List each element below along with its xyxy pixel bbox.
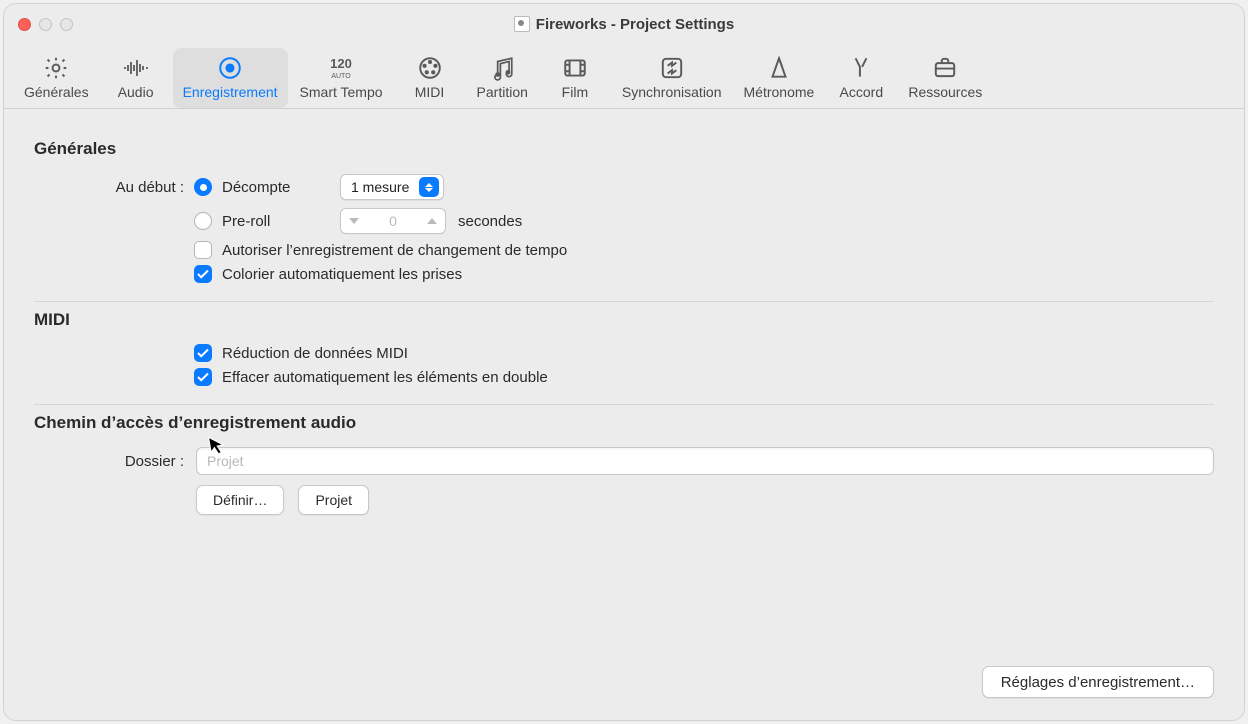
- midi-icon: [417, 54, 443, 82]
- svg-text:120: 120: [330, 56, 352, 71]
- section-general-title: Générales: [34, 139, 1214, 159]
- tab-metronome[interactable]: Métronome: [734, 48, 825, 108]
- tab-score[interactable]: Partition: [467, 48, 538, 108]
- toolbar: Générales Audio Enregistrement 120 AUTO S…: [4, 44, 1244, 109]
- section-midi-title: MIDI: [34, 310, 1214, 330]
- tab-assets[interactable]: Ressources: [898, 48, 992, 108]
- tab-tuning[interactable]: Accord: [826, 48, 896, 108]
- music-note-icon: [489, 54, 515, 82]
- tab-label: Audio: [118, 84, 154, 100]
- row-start-preroll: Pre-roll 0 secondes: [34, 207, 1214, 235]
- tab-label: MIDI: [415, 84, 445, 100]
- window-title-text: Fireworks - Project Settings: [536, 16, 734, 33]
- tab-sync[interactable]: Synchronisation: [612, 48, 732, 108]
- project-folder-button[interactable]: Projet: [298, 485, 369, 515]
- svg-text:AUTO: AUTO: [331, 73, 351, 80]
- checkbox-erase-dup[interactable]: [194, 368, 212, 386]
- content-area: Générales Au début : Décompte 1 mesure P…: [4, 109, 1244, 720]
- row-allow-tempo: Autoriser l’enregistrement de changement…: [194, 241, 1214, 259]
- checkbox-midi-reduction[interactable]: [194, 344, 212, 362]
- project-settings-window: Fireworks - Project Settings Générales A…: [4, 4, 1244, 720]
- stepper-down-icon[interactable]: [341, 218, 367, 224]
- auto-color-label: Colorier automatiquement les prises: [222, 266, 462, 283]
- recording-settings-button-label: Réglages d’enregistrement…: [1001, 674, 1195, 691]
- radio-preroll[interactable]: [194, 212, 212, 230]
- row-erase-dup: Effacer automatiquement les éléments en …: [194, 368, 1214, 386]
- preroll-stepper[interactable]: 0: [340, 208, 446, 234]
- tuning-fork-icon: [848, 54, 874, 82]
- window-zoom-button[interactable]: [60, 18, 73, 31]
- set-folder-button-label: Définir…: [213, 492, 267, 508]
- window-minimize-button[interactable]: [39, 18, 52, 31]
- section-audio-path-title: Chemin d’accès d’enregistrement audio: [34, 413, 1214, 433]
- checkbox-auto-color[interactable]: [194, 265, 212, 283]
- tempo-icon: 120 AUTO: [321, 54, 361, 82]
- recording-settings-button[interactable]: Réglages d’enregistrement…: [982, 666, 1214, 698]
- tab-recording[interactable]: Enregistrement: [173, 48, 288, 108]
- tab-movie[interactable]: Film: [540, 48, 610, 108]
- tab-label: Métronome: [744, 84, 815, 100]
- popup-arrows-icon: [419, 177, 439, 197]
- waveform-icon: [122, 54, 150, 82]
- tab-label: Synchronisation: [622, 84, 722, 100]
- window-title: Fireworks - Project Settings: [514, 16, 734, 33]
- tab-midi[interactable]: MIDI: [395, 48, 465, 108]
- document-icon: [514, 16, 530, 32]
- radio-countin-label: Décompte: [222, 179, 332, 196]
- stepper-up-icon[interactable]: [419, 218, 445, 224]
- divider: [34, 404, 1214, 405]
- tab-smart-tempo[interactable]: 120 AUTO Smart Tempo: [290, 48, 393, 108]
- tab-label: Ressources: [908, 84, 982, 100]
- row-midi-reduction: Réduction de données MIDI: [194, 344, 1214, 362]
- tab-label: Enregistrement: [183, 84, 278, 100]
- window-close-button[interactable]: [18, 18, 31, 31]
- midi-reduction-label: Réduction de données MIDI: [222, 345, 408, 362]
- film-icon: [562, 54, 588, 82]
- tab-label: Film: [562, 84, 588, 100]
- checkbox-allow-tempo[interactable]: [194, 241, 212, 259]
- row-auto-color: Colorier automatiquement les prises: [194, 265, 1214, 283]
- radio-countin[interactable]: [194, 178, 212, 196]
- countin-value-popup[interactable]: 1 mesure: [340, 174, 444, 200]
- row-start-countin: Au début : Décompte 1 mesure: [34, 173, 1214, 201]
- folder-placeholder: Projet: [207, 453, 244, 469]
- gear-icon: [43, 54, 69, 82]
- divider: [34, 301, 1214, 302]
- tab-label: Générales: [24, 84, 89, 100]
- record-icon: [217, 54, 243, 82]
- set-folder-button[interactable]: Définir…: [196, 485, 284, 515]
- tab-general[interactable]: Générales: [14, 48, 99, 108]
- tab-audio[interactable]: Audio: [101, 48, 171, 108]
- sync-icon: [659, 54, 685, 82]
- erase-dup-label: Effacer automatiquement les éléments en …: [222, 369, 548, 386]
- traffic-lights: [18, 18, 73, 31]
- preroll-value: 0: [367, 213, 419, 229]
- row-folder: Dossier : Projet: [34, 447, 1214, 475]
- folder-button-row: Définir… Projet: [196, 485, 1214, 515]
- folder-input[interactable]: Projet: [196, 447, 1214, 475]
- preroll-unit: secondes: [458, 213, 522, 230]
- tab-label: Accord: [840, 84, 884, 100]
- metronome-icon: [766, 54, 792, 82]
- briefcase-icon: [932, 54, 958, 82]
- titlebar: Fireworks - Project Settings: [4, 4, 1244, 44]
- project-folder-button-label: Projet: [315, 492, 352, 508]
- folder-label: Dossier :: [34, 453, 184, 470]
- tab-label: Smart Tempo: [300, 84, 383, 100]
- start-label: Au début :: [34, 179, 184, 196]
- tab-label: Partition: [477, 84, 528, 100]
- radio-preroll-label: Pre-roll: [222, 213, 332, 230]
- allow-tempo-label: Autoriser l’enregistrement de changement…: [222, 242, 567, 259]
- countin-value-text: 1 mesure: [351, 179, 409, 195]
